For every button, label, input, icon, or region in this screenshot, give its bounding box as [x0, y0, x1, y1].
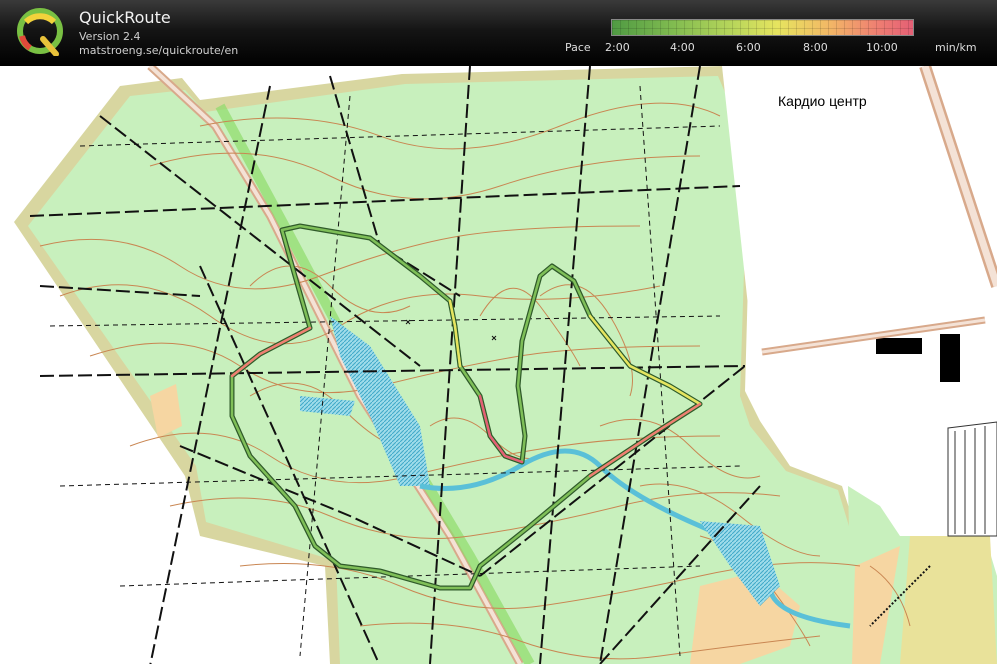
pace-color-scale	[611, 19, 914, 36]
map-location-label: Кардио центр	[778, 93, 867, 109]
pace-tick: 10:00	[866, 41, 898, 54]
map-canvas[interactable]	[0, 66, 997, 664]
pace-tick: 4:00	[670, 41, 695, 54]
orienteering-map[interactable]: Кардио центр	[0, 66, 997, 664]
app-name: QuickRoute	[79, 8, 171, 27]
app-version: Version 2.4	[79, 30, 141, 43]
quickroute-q-logo-icon	[17, 8, 63, 56]
open-area	[900, 536, 997, 664]
pace-tick: 8:00	[803, 41, 828, 54]
title-bar: QuickRoute Version 2.4 matstroeng.se/qui…	[0, 0, 997, 66]
building	[876, 338, 922, 354]
pace-unit: min/km	[935, 41, 977, 54]
app-url: matstroeng.se/quickroute/en	[79, 44, 239, 57]
building	[940, 334, 960, 382]
pace-tick: 2:00	[605, 41, 630, 54]
pace-label: Pace	[565, 41, 591, 54]
pace-tick: 6:00	[736, 41, 761, 54]
